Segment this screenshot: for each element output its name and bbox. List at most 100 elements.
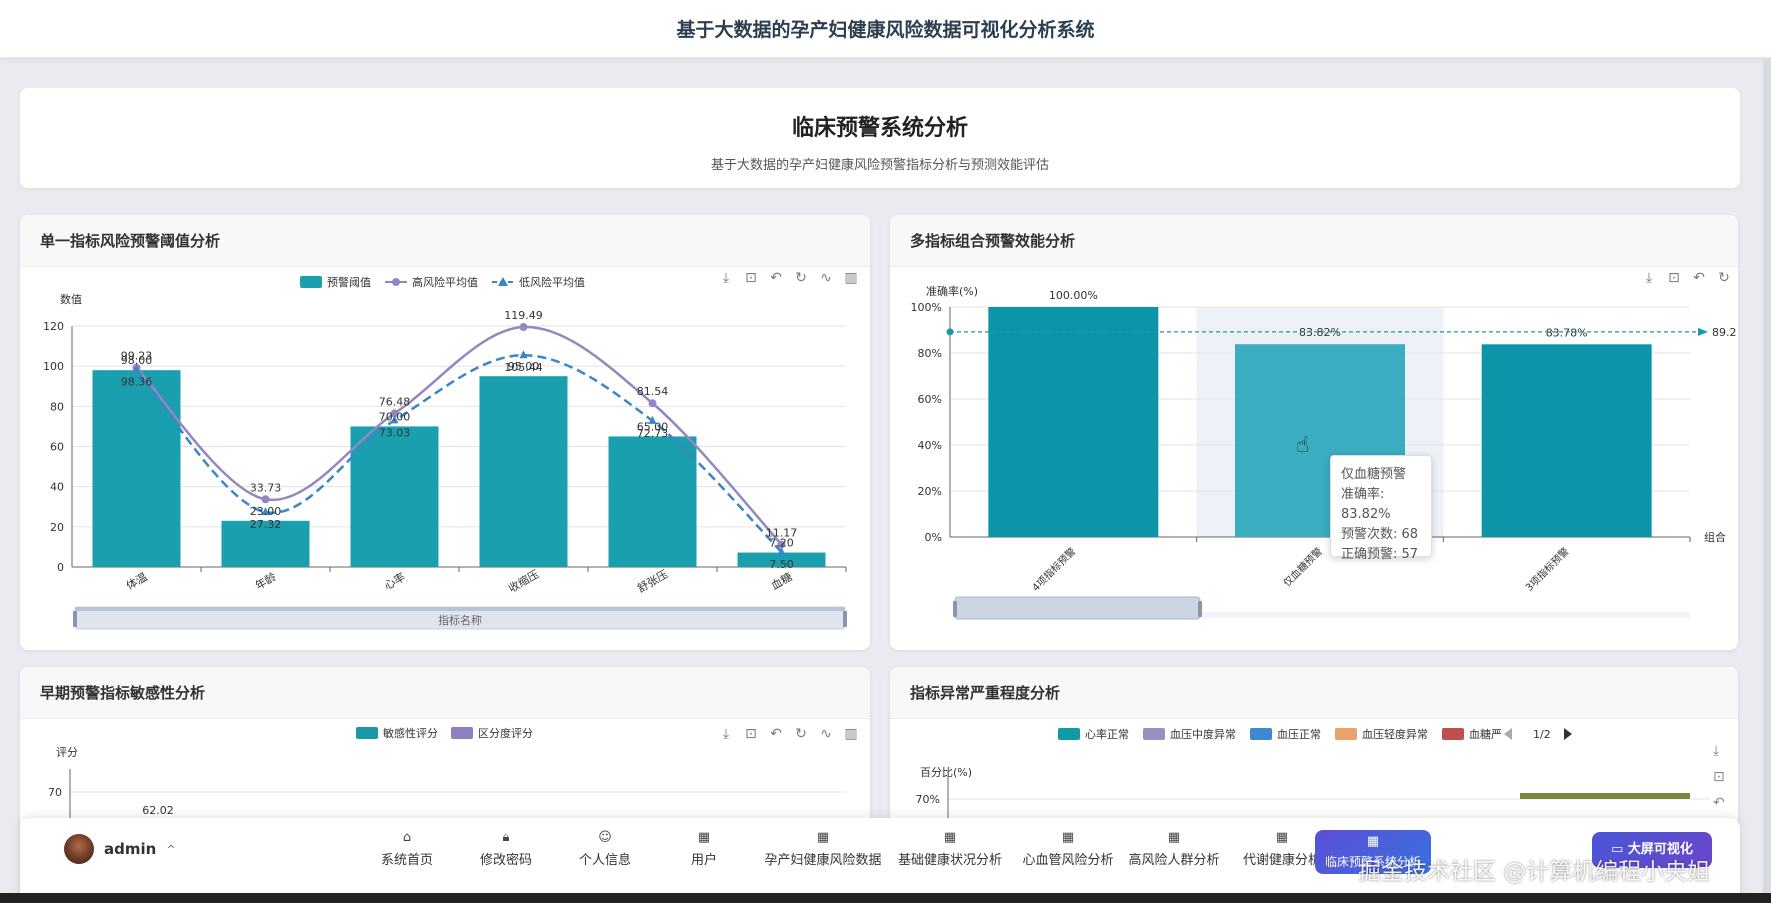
markline-arrow [1698, 327, 1708, 336]
tooltip-accuracy: 准确率: 83.82% [1341, 487, 1391, 522]
low-value-label: 73.03 [379, 426, 411, 439]
nav-basic-health[interactable]: ▦ 基础健康状况分析 [890, 830, 1010, 868]
x-tick-label: 收缩压 [506, 567, 542, 596]
zoom-icon[interactable]: ⊡ [1666, 270, 1682, 286]
high-value-label: 76.48 [379, 395, 411, 408]
low-value-label: 27.32 [250, 518, 282, 531]
nav-high-risk[interactable]: ▦ 高风险人群分析 [1119, 830, 1229, 868]
zoom-slider-track [1200, 612, 1690, 618]
y-tick-label: 20 [50, 521, 64, 534]
x-tick-label: 3项指标预警 [1523, 545, 1572, 594]
page-scrollbar[interactable] [1763, 58, 1771, 903]
page-title: 临床预警系统分析 [791, 116, 968, 141]
zoom-handle-right [1198, 601, 1202, 617]
grid-icon: ▦ [1167, 830, 1181, 845]
tooltip-title: 仅血糖预警 [1341, 467, 1407, 482]
bar-舒张压 [608, 436, 697, 567]
point-高风险平均值 [519, 323, 528, 332]
zoom-handle-right [843, 611, 847, 627]
refresh-icon[interactable]: ↻ [793, 726, 809, 742]
zoom-handle-left [953, 601, 957, 617]
zoom-icon[interactable]: ⊡ [743, 726, 759, 742]
legend-label-1: 区分度评分 [478, 726, 533, 740]
nav-home[interactable]: ⌂ 系统首页 [352, 830, 462, 868]
zoom-icon: ⊡ [1713, 769, 1725, 785]
high-value-label: 11.17 [766, 527, 798, 540]
bar-value-label: 70.00 [379, 410, 411, 423]
zoom-reset-icon[interactable]: ↶ [1691, 270, 1707, 286]
line-chart-icon[interactable]: ∿ [818, 270, 834, 286]
user-name: admin [104, 840, 157, 858]
bar-value-label: 23.00 [250, 505, 282, 518]
line-chart-icon[interactable]: ∿ [818, 726, 834, 742]
card-title: 单一指标风险预警阈值分析 [20, 215, 870, 267]
taskbar-strip [0, 893, 1771, 903]
app-header: 基于大数据的孕产妇健康风险数据可视化分析系统 [0, 0, 1771, 58]
download-icon[interactable]: ⤓ [718, 270, 734, 286]
card-title: 多指标组合预警效能分析 [890, 215, 1738, 267]
user-menu[interactable]: admin ^ [64, 834, 176, 864]
grid-icon: ▦ [816, 830, 830, 845]
zoom-reset-icon[interactable]: ↶ [768, 726, 784, 742]
legend-swatch-1 [451, 727, 473, 739]
avatar[interactable] [64, 834, 94, 864]
legend-label-2: 血压正常 [1277, 727, 1321, 741]
x-tick-label: 血糖 [768, 569, 794, 592]
markline-label: 89.2 [1712, 326, 1737, 339]
nav-cardio-risk[interactable]: ▦ 心血管风险分析 [1013, 830, 1123, 868]
legend-label-1: 血压中度异常 [1170, 727, 1236, 741]
y-axis-title: 准确率(%) [926, 284, 978, 298]
y-tick-label: 70% [916, 793, 940, 806]
download-icon[interactable]: ⤓ [1641, 270, 1657, 286]
bar-chart-icon[interactable]: ▥ [843, 726, 859, 742]
bar-chart-icon[interactable]: ▥ [843, 270, 859, 286]
user-icon: ☺ [598, 830, 612, 845]
chevron-up-icon: ^ [166, 842, 176, 856]
legend-page-indicator: 1/2 [1533, 728, 1551, 741]
x-tick-label: 体温 [123, 569, 149, 592]
stacked-bar-top [1520, 793, 1690, 799]
zoom-icon[interactable]: ⊡ [743, 270, 759, 286]
legend-label-0: 心率正常 [1085, 727, 1129, 741]
bar-value-label: 62.02 [142, 804, 174, 817]
zoom-handle-left [73, 611, 77, 627]
legend-swatch-0 [356, 727, 378, 739]
nav-risk-data[interactable]: ▦ 孕产妇健康风险数据 [758, 830, 888, 868]
nav-profile[interactable]: ☺ 个人信息 [550, 830, 660, 868]
legend-marker-2 [498, 277, 508, 286]
legend-swatch-1 [1143, 728, 1165, 740]
grid-icon: ▦ [943, 830, 957, 845]
high-value-label: 119.49 [504, 309, 543, 322]
threshold-chart: 预警阈值 高风险平均值 低风险平均值数值 0 20 40 60 80 100 120 体温 年龄 心率 收… [43, 275, 847, 630]
refresh-icon[interactable]: ↻ [793, 270, 809, 286]
nav-change-password[interactable]: 🔒︎ 修改密码 [451, 830, 561, 868]
app-title: 基于大数据的孕产妇健康风险数据可视化分析系统 [676, 19, 1095, 41]
bar-3项指标预警 [1481, 344, 1652, 537]
legend-label-4: 血糖严 [1469, 727, 1502, 741]
x-tick-label: 心率 [381, 569, 407, 592]
grid-icon: ▦ [697, 830, 711, 845]
legend-label-2: 低风险平均值 [519, 275, 585, 289]
nav-users[interactable]: ▦ 用户 [649, 830, 759, 868]
combo-chart: 准确率(%) 0% 20% 40% 60% 80% 100% 组合 100.00% 4项指标预警 8… [911, 284, 1737, 620]
legend-swatch-0 [300, 276, 322, 288]
x-tick-label: 年龄 [252, 569, 278, 592]
y-tick-label: 20% [918, 485, 942, 498]
low-value-label: 72.73 [637, 427, 669, 440]
x-axis-title: 组合 [1704, 530, 1726, 544]
page-banner: 临床预警系统分析 基于大数据的孕产妇健康风险预警指标分析与预测效能评估 [20, 88, 1740, 188]
high-value-label: 99.23 [121, 350, 153, 363]
download-icon[interactable]: ⤓ [718, 726, 734, 742]
tooltip-count: 预警次数: 68 [1341, 527, 1419, 542]
chart1-toolbox: ⤓ ⊡ ↶ ↻ ∿ ▥ [718, 270, 859, 286]
zoom-reset-icon[interactable]: ↶ [768, 270, 784, 286]
hand-cursor-icon: ☝ [1296, 433, 1310, 458]
y-tick-label: 120 [43, 320, 64, 333]
watermark: 掘金技术社区 @计算机编程小央姐 [1358, 859, 1711, 885]
point-高风险平均值 [648, 399, 657, 408]
grid-icon: ▦ [1366, 834, 1380, 849]
y-tick-label: 100 [43, 360, 64, 373]
bar-value-label: 100.00% [1049, 289, 1098, 302]
bar-value-label: 83.78% [1546, 326, 1588, 339]
refresh-icon[interactable]: ↻ [1716, 270, 1732, 286]
